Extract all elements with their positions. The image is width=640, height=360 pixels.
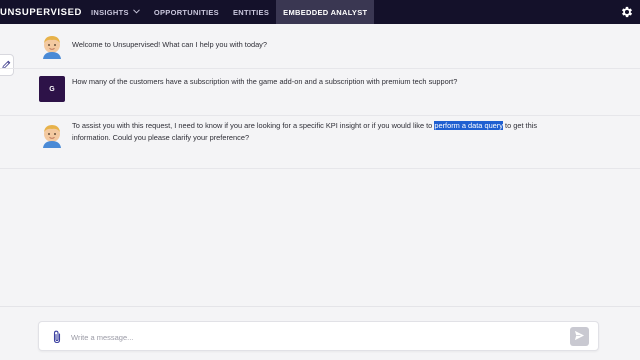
chat-message-assistant: To assist you with this request, I need …	[0, 116, 640, 168]
chat-message-assistant: Welcome to Unsupervised! What can I help…	[0, 30, 640, 68]
nav-item-label: INSIGHTS	[91, 7, 129, 17]
message-text: Welcome to Unsupervised! What can I help…	[72, 40, 267, 49]
chat-thread: Welcome to Unsupervised! What can I help…	[0, 24, 640, 322]
assistant-avatar	[39, 122, 65, 148]
nav-item-label: OPPORTUNITIES	[153, 7, 219, 17]
main-nav: INSIGHTS OPPORTUNITIES ENTITIES EMBEDDED…	[84, 0, 375, 24]
message-input[interactable]	[71, 330, 551, 344]
message-text: How many of the customers have a subscri…	[72, 77, 458, 86]
user-avatar: G	[39, 76, 65, 102]
nav-item-label: EMBEDDED ANALYST	[283, 7, 368, 17]
message-text-part: To assist you with this request, I need …	[72, 121, 433, 130]
chevron-down-icon	[132, 8, 140, 16]
selected-text[interactable]: perform a data query	[434, 121, 503, 130]
gear-icon[interactable]	[620, 5, 634, 19]
top-navigation-bar: UNSUPERVISED INSIGHTS OPPORTUNITIES ENTI…	[0, 0, 640, 24]
paperclip-icon[interactable]	[51, 330, 63, 344]
send-icon	[574, 328, 585, 346]
message-composer	[38, 321, 599, 351]
chat-message-user: G How many of the customers have a subsc…	[0, 69, 640, 115]
nav-item-opportunities[interactable]: OPPORTUNITIES	[147, 0, 226, 24]
send-button[interactable]	[570, 327, 589, 346]
message-text: To assist you with this request, I need …	[72, 120, 542, 144]
composer-area	[0, 306, 640, 360]
message-divider	[0, 168, 640, 169]
nav-item-label: ENTITIES	[232, 7, 270, 17]
nav-item-insights[interactable]: INSIGHTS	[84, 0, 147, 24]
nav-item-entities[interactable]: ENTITIES	[226, 0, 276, 24]
brand-logo[interactable]: UNSUPERVISED	[0, 7, 81, 18]
nav-item-embedded-analyst[interactable]: EMBEDDED ANALYST	[276, 0, 375, 24]
assistant-avatar	[39, 33, 65, 59]
